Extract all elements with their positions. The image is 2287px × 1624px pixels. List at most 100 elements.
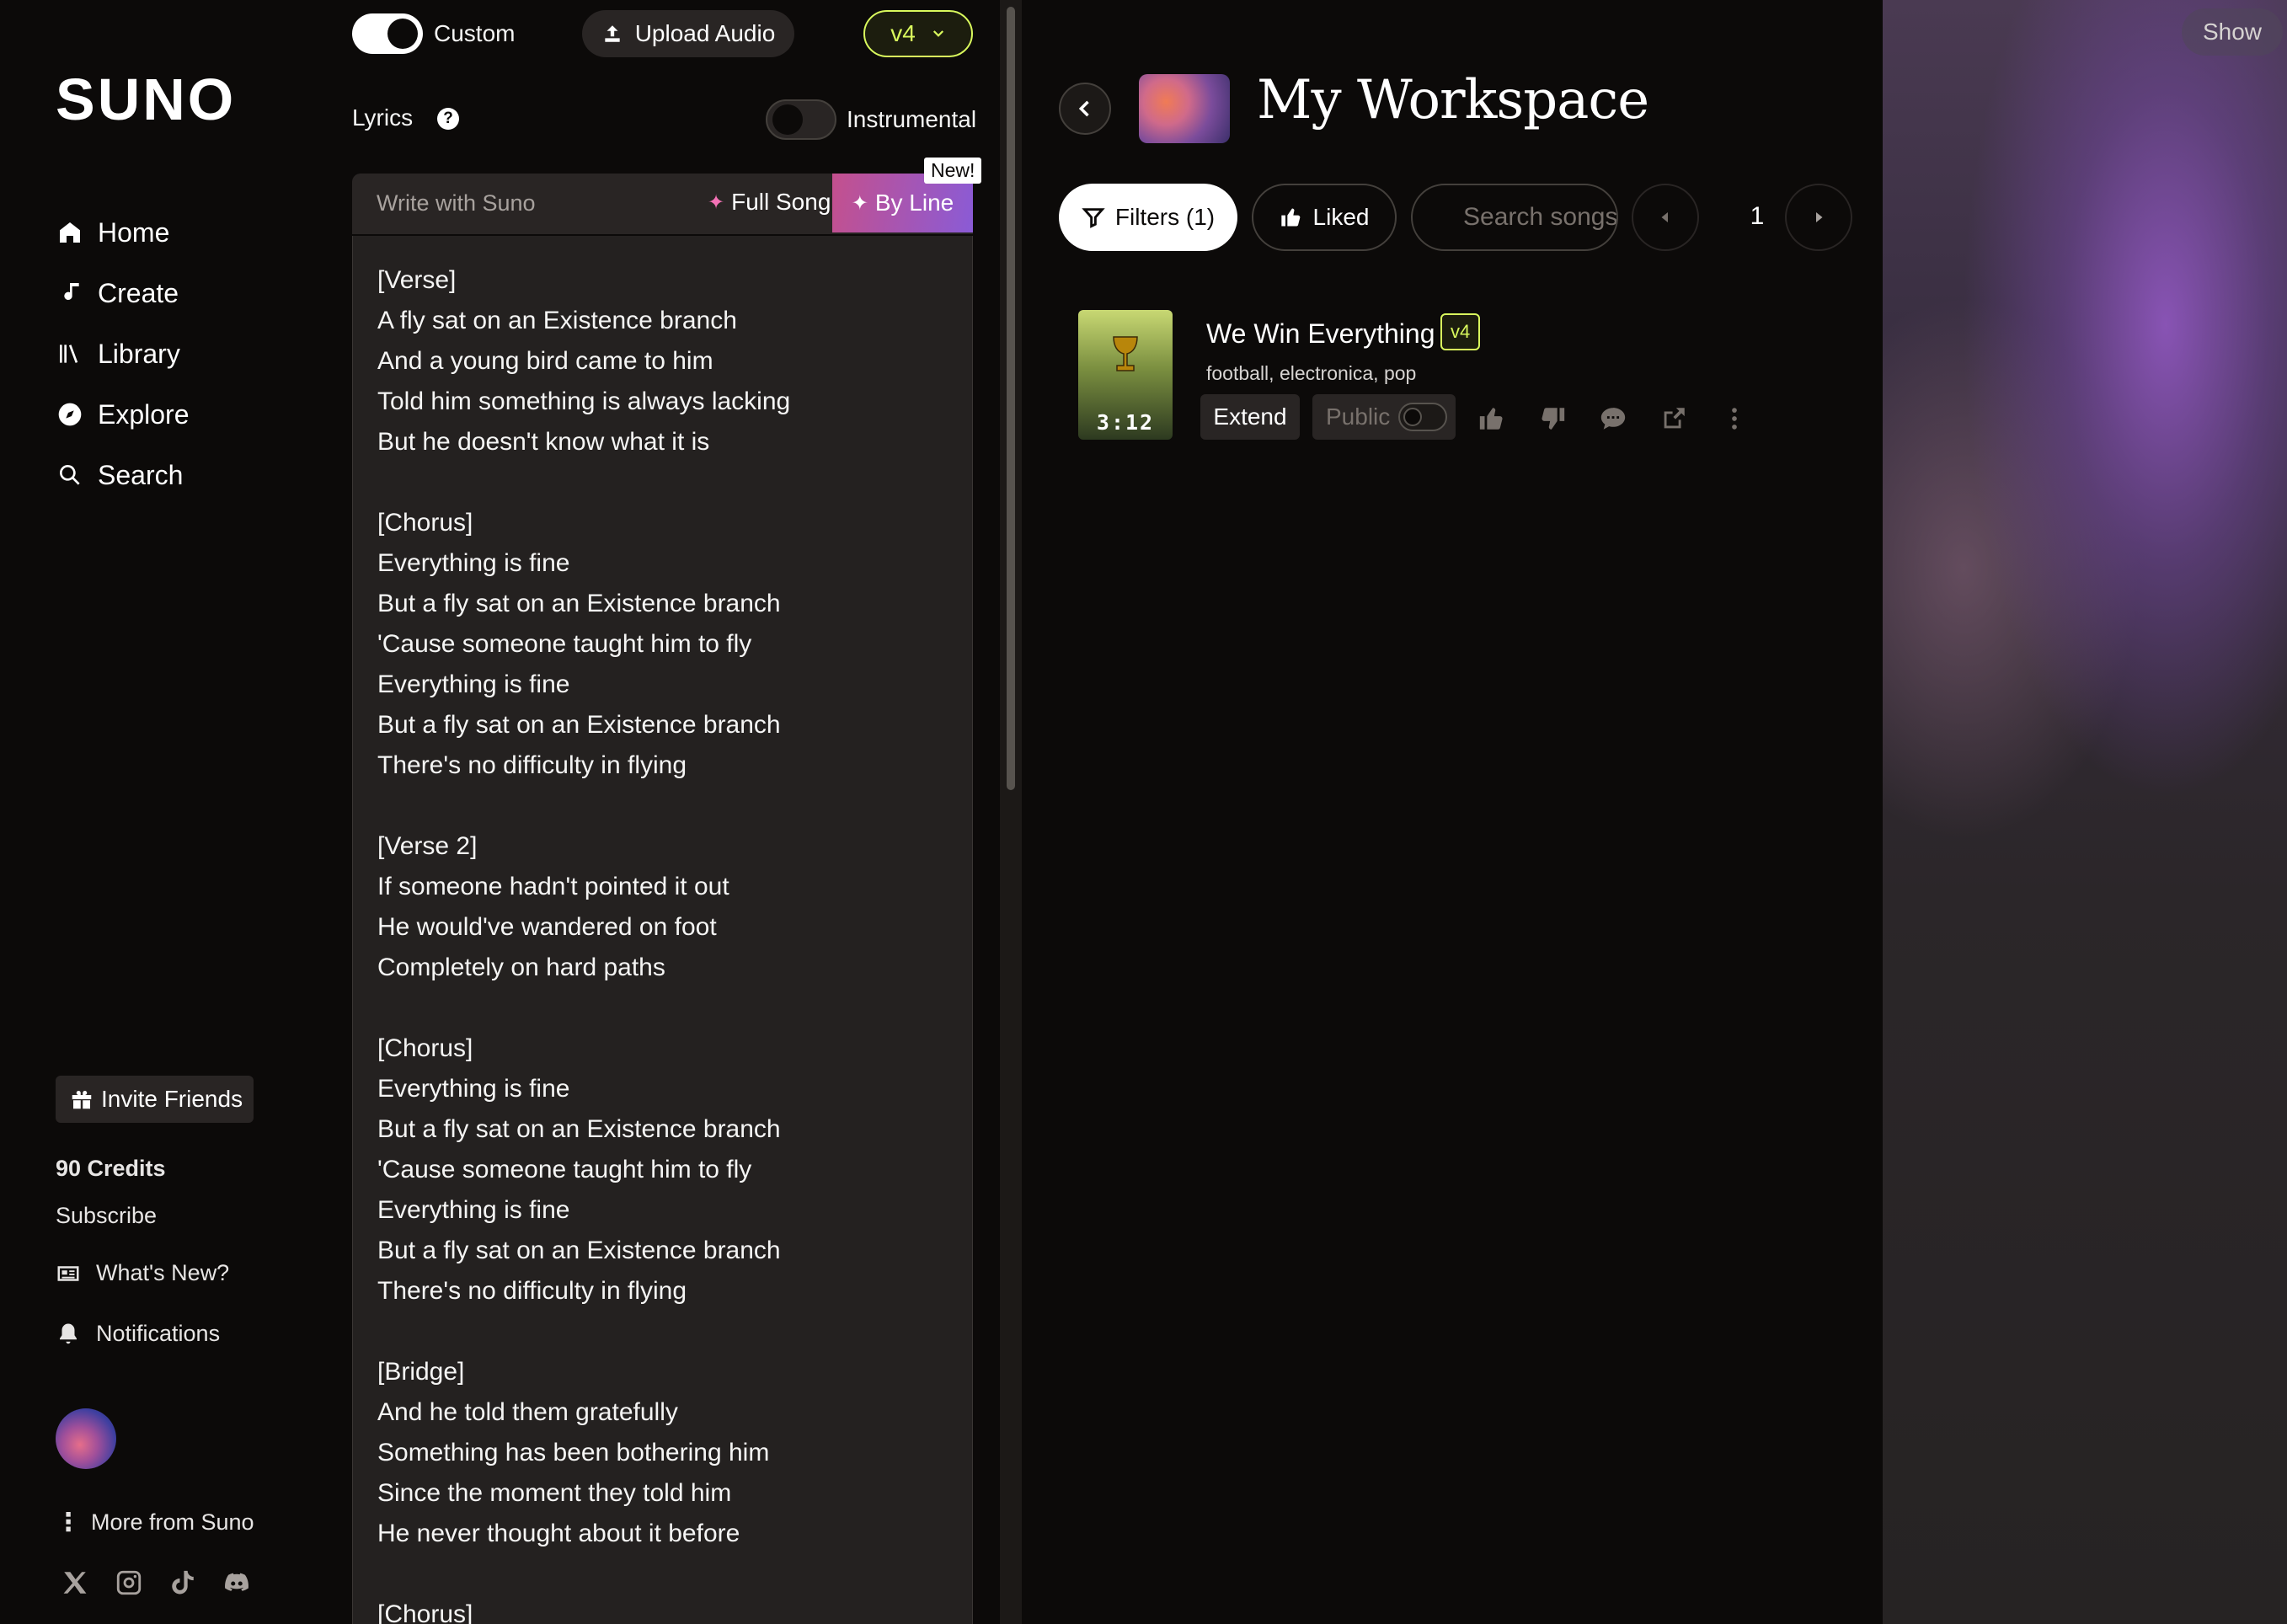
nav-item-label: Create: [98, 277, 179, 308]
library-icon: [56, 339, 84, 368]
song-search[interactable]: Search songs: [1411, 184, 1618, 251]
chevron-down-icon: [932, 30, 943, 37]
nav-item-label: Search: [98, 459, 184, 490]
toggle-knob: [387, 19, 418, 49]
prev-page-button[interactable]: [1632, 184, 1699, 251]
x-icon[interactable]: [61, 1568, 89, 1597]
more-from-suno-button[interactable]: ⋮ More from Suno: [56, 1508, 254, 1537]
whats-new-label: What's New?: [96, 1260, 230, 1285]
full-song-label: Full Song: [731, 189, 831, 215]
subscribe-link[interactable]: Subscribe: [56, 1203, 157, 1229]
lyric-line: If someone hadn't pointed it out: [377, 873, 729, 900]
lyric-line: He would've wandered on foot: [377, 913, 717, 941]
search-input[interactable]: Search songs: [1463, 203, 1616, 232]
write-with-suno-label: Write with Suno: [377, 190, 536, 216]
lyric-line: But he doesn't know what it is: [377, 428, 710, 456]
thumbs-up-icon[interactable]: [1477, 404, 1506, 433]
nav-item-create[interactable]: Create: [56, 263, 190, 323]
invite-friends-button[interactable]: Invite Friends: [56, 1076, 254, 1123]
lyric-line: 'Cause someone taught him to fly: [377, 630, 752, 658]
scrollbar-thumb[interactable]: [1007, 7, 1015, 790]
nav-item-label: Explore: [98, 398, 190, 430]
workspace-cover: [1139, 74, 1230, 143]
lyric-line: [Verse 2]: [377, 832, 478, 860]
sparkle-icon: ✦: [851, 191, 868, 215]
background-artwork: [1883, 0, 2287, 1624]
lyric-line: He never thought about it before: [377, 1520, 740, 1547]
lyric-line: Everything is fine: [377, 670, 570, 698]
upload-icon: [605, 25, 620, 42]
song-title[interactable]: We Win Everything: [1206, 318, 1435, 350]
thumbs-down-icon[interactable]: [1538, 404, 1567, 433]
upload-audio-button[interactable]: Upload Audio: [582, 10, 794, 57]
help-icon[interactable]: ?: [437, 108, 459, 130]
lyric-line: [Verse]: [377, 266, 457, 294]
tiktok-icon[interactable]: [168, 1568, 197, 1597]
toggle-knob: [772, 104, 803, 135]
filters-button[interactable]: Filters (1): [1059, 184, 1237, 251]
upload-audio-label: Upload Audio: [634, 20, 776, 46]
public-label: Public: [1326, 403, 1391, 430]
avatar[interactable]: [56, 1408, 116, 1469]
song-row[interactable]: 3:12 We Win Everything v4 football, elec…: [1078, 310, 1870, 445]
lyric-line: Everything is fine: [377, 1196, 570, 1224]
share-icon[interactable]: [1659, 404, 1688, 433]
notifications-link[interactable]: Notifications: [56, 1321, 220, 1347]
more-from-suno-label: More from Suno: [91, 1509, 254, 1535]
instrumental-label: Instrumental: [847, 106, 977, 132]
lyric-blank-line: [377, 1554, 948, 1595]
more-vertical-icon[interactable]: [1720, 404, 1749, 433]
song-tags: football, electronica, pop: [1206, 362, 1417, 384]
song-actions: [1477, 404, 1749, 433]
custom-toggle[interactable]: [352, 13, 423, 54]
song-version-badge: v4: [1440, 313, 1481, 350]
lyrics-textarea[interactable]: [Verse] A fly sat on an Existence branch A…: [352, 236, 973, 1624]
whats-new-link[interactable]: What's New?: [56, 1260, 229, 1286]
lyric-line: Everything is fine: [377, 1075, 570, 1103]
lyrics-label: Lyrics: [352, 104, 414, 131]
notifications-label: Notifications: [96, 1321, 221, 1346]
invite-friends-label: Invite Friends: [101, 1086, 243, 1112]
lyric-line: Everything is fine: [377, 549, 570, 577]
lyric-blank-line: [377, 462, 948, 503]
song-cover[interactable]: 3:12: [1078, 310, 1173, 440]
discord-icon[interactable]: [222, 1568, 251, 1597]
public-toggle[interactable]: Public: [1312, 394, 1456, 440]
suno-logo[interactable]: SUNO: [56, 66, 236, 133]
back-button[interactable]: [1059, 83, 1111, 135]
nav-item-search[interactable]: Search: [56, 445, 190, 505]
lyric-line: And he told them gratefully: [377, 1398, 678, 1426]
credits-count: 90 Credits: [56, 1156, 166, 1181]
nav-item-explore[interactable]: Explore: [56, 384, 190, 445]
show-button[interactable]: Show: [2182, 8, 2283, 56]
lyric-line: Told him something is always lacking: [377, 387, 791, 415]
model-version-select[interactable]: v4: [863, 10, 973, 57]
lyric-blank-line: [377, 786, 948, 826]
sparkle-icon: ✦: [708, 190, 725, 214]
liked-button[interactable]: Liked: [1252, 184, 1397, 251]
instrumental-toggle[interactable]: [766, 99, 836, 140]
nav-item-home[interactable]: Home: [56, 202, 190, 263]
full-song-button[interactable]: ✦ Full Song: [708, 189, 831, 216]
next-page-button[interactable]: [1785, 184, 1852, 251]
lyric-blank-line: [377, 1311, 948, 1352]
lyric-line: But a fly sat on an Existence branch: [377, 590, 781, 617]
song-detail-panel: [1874, 0, 2287, 1624]
compass-icon: [56, 400, 84, 429]
instagram-icon[interactable]: [115, 1568, 143, 1597]
nav-item-label: Home: [98, 216, 170, 248]
sidebar: SUNO Home Create Library Explore Search …: [0, 0, 324, 1624]
nav-item-label: Library: [98, 338, 180, 369]
extend-button[interactable]: Extend: [1200, 394, 1300, 440]
new-badge: New!: [924, 158, 982, 184]
newspaper-icon: [57, 1265, 79, 1281]
by-line-label: By Line: [874, 190, 954, 216]
comment-icon[interactable]: [1599, 404, 1627, 433]
lyric-line: [Chorus]: [377, 1600, 473, 1624]
page-title: My Workspace: [1257, 69, 1649, 131]
model-version-label: v4: [890, 20, 916, 46]
song-duration: 3:12: [1096, 410, 1155, 435]
lyric-line: [Bridge]: [377, 1358, 465, 1386]
nav-item-library[interactable]: Library: [56, 323, 190, 384]
public-switch[interactable]: [1398, 403, 1448, 431]
